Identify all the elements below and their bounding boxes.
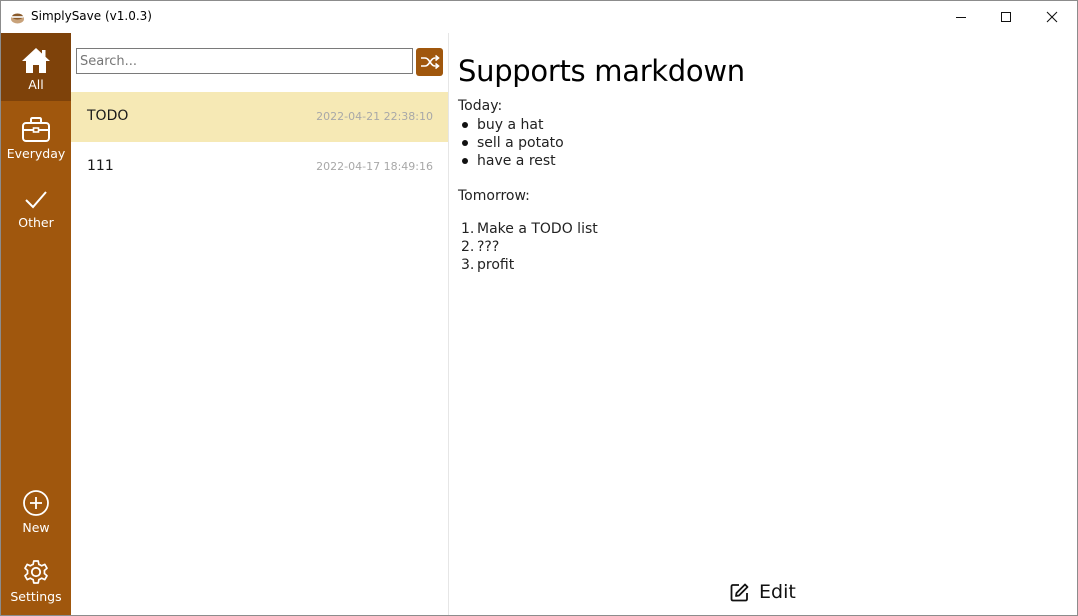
settings-button[interactable]: Settings [1,545,71,613]
sidebar-item-everyday[interactable]: Everyday [1,102,71,170]
list-number: 1. [461,221,475,237]
app-logo-icon [10,10,25,25]
new-note-button[interactable]: New [1,476,71,544]
note-title: TODO [87,108,129,124]
edit-button-label: Edit [759,581,796,603]
list-item-text: profit [477,257,515,273]
edit-button[interactable]: Edit [730,579,796,605]
sidebar-item-label: Other [18,215,54,230]
list-number: 2. [461,239,475,255]
sidebar-item-all[interactable]: All [1,33,71,101]
note-date: 2022-04-17 18:49:16 [316,160,433,173]
maximize-button[interactable] [983,1,1029,33]
minimize-icon [956,17,966,18]
close-button[interactable] [1029,1,1075,33]
sidebar-item-label: All [28,77,44,92]
note-title: 111 [87,158,114,174]
sidebar-item-label: Everyday [6,146,66,161]
list-item: 1. Make a TODO list [458,220,598,238]
minimize-button[interactable] [938,1,984,33]
shuffle-icon [420,54,440,70]
title-bar: SimplySave (v1.0.3) [1,1,1077,33]
notes-list-panel: TODO 2022-04-21 22:38:10 111 2022-04-17 … [71,33,449,615]
list-number: 3. [461,257,475,273]
sidebar-item-label: New [22,520,50,535]
category-sidebar: All Everyday Other New Settings [1,33,71,615]
bullet-list: buy a hat sell a potato have a rest [458,116,564,170]
list-item: sell a potato [458,134,564,152]
note-list-item[interactable]: TODO 2022-04-21 22:38:10 [71,92,448,142]
document-title: Supports markdown [458,54,745,88]
list-item: 2.??? [458,238,598,256]
home-icon [22,48,50,73]
list-item: have a rest [458,152,564,170]
search-input[interactable] [76,48,413,74]
plus-circle-icon [23,490,49,516]
list-item: 3. profit [458,256,598,274]
sidebar-item-other[interactable]: Other [1,171,71,239]
app-window: SimplySave (v1.0.3) All Everyday Other N… [0,0,1078,616]
checkmark-icon [25,191,47,209]
note-list-item[interactable]: 111 2022-04-17 18:49:16 [71,142,448,192]
note-content-view: Supports markdown Today: buy a hat sell … [449,33,1077,615]
list-item-text: Make a TODO list [477,221,598,237]
window-title: SimplySave (v1.0.3) [31,9,152,23]
edit-icon [730,583,749,601]
numbered-list: 1. Make a TODO list 2.??? 3. profit [458,220,598,274]
list-item-text: ??? [477,239,500,255]
close-icon [1046,11,1058,23]
list-item: buy a hat [458,116,564,134]
briefcase-icon [22,117,50,142]
maximize-icon [1001,12,1011,22]
gear-icon [24,560,48,584]
sidebar-item-label: Settings [10,589,62,604]
section-heading: Tomorrow: [458,188,530,204]
section-heading: Today: [458,98,503,114]
note-date: 2022-04-21 22:38:10 [316,110,433,123]
shuffle-button[interactable] [416,48,443,76]
